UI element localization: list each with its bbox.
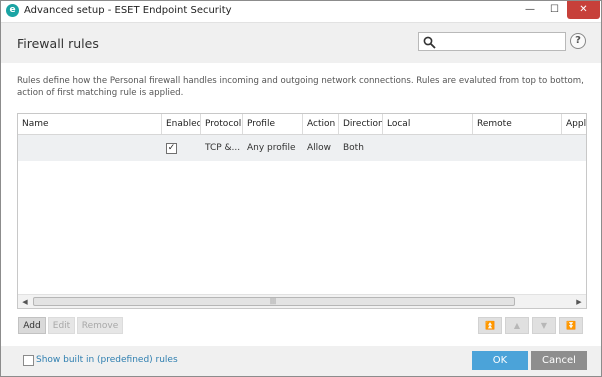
advanced-setup-window: e Advanced setup - ESET Endpoint Securit… [0, 0, 602, 377]
firewall-rules-table: Name Enabled Protocol Profile Action Dir… [17, 113, 587, 309]
show-builtin-rules-label[interactable]: Show built in (predefined) rules [36, 355, 178, 365]
move-top-button[interactable]: ⏫ [478, 317, 502, 334]
move-bottom-button[interactable]: ⏬ [559, 317, 583, 334]
page-title: Firewall rules [17, 36, 99, 51]
column-header-enabled[interactable]: Enabled [162, 114, 201, 134]
dialog-footer: Show built in (predefined) rules OK Canc… [1, 346, 601, 376]
scroll-left-icon[interactable]: ◀ [18, 295, 32, 308]
column-header-remote[interactable]: Remote [473, 114, 562, 134]
rules-description: Rules define how the Personal firewall h… [17, 76, 584, 98]
cell-application [562, 135, 586, 161]
cancel-button[interactable]: Cancel [531, 351, 587, 370]
ok-button[interactable]: OK [472, 351, 528, 370]
minimize-button[interactable]: — [518, 1, 542, 19]
cell-profile: Any profile [247, 143, 296, 153]
eset-app-icon: e [6, 4, 19, 17]
column-header-local[interactable]: Local [383, 114, 473, 134]
help-icon[interactable]: ? [570, 33, 586, 49]
cell-direction: Both [343, 143, 364, 153]
table-header: Name Enabled Protocol Profile Action Dir… [18, 114, 586, 135]
close-button[interactable]: ✕ [567, 1, 600, 19]
column-header-name[interactable]: Name [18, 114, 162, 134]
column-header-direction[interactable]: Direction [339, 114, 383, 134]
add-button[interactable]: Add [18, 317, 46, 334]
edit-button[interactable]: Edit [48, 317, 75, 334]
column-header-application[interactable]: Appl [562, 114, 586, 134]
scrollbar-thumb[interactable]: ||| [33, 297, 515, 306]
move-up-button[interactable]: ▲ [505, 317, 529, 334]
column-header-action[interactable]: Action [303, 114, 339, 134]
scroll-right-icon[interactable]: ▶ [572, 295, 586, 308]
move-down-button[interactable]: ▼ [532, 317, 556, 334]
remove-button[interactable]: Remove [77, 317, 123, 334]
cell-name [18, 135, 162, 161]
column-header-profile[interactable]: Profile [243, 114, 303, 134]
cell-local [383, 135, 473, 161]
search-icon [423, 36, 436, 49]
column-header-protocol[interactable]: Protocol [201, 114, 243, 134]
scrollbar-grip-icon: ||| [270, 298, 277, 305]
window-title: Advanced setup - ESET Endpoint Security [24, 5, 232, 16]
cell-protocol: TCP &... [205, 143, 241, 153]
search-box[interactable] [418, 32, 566, 51]
cell-action: Allow [307, 143, 332, 153]
title-bar: e Advanced setup - ESET Endpoint Securit… [1, 1, 601, 23]
enabled-checkbox[interactable]: ✓ [166, 143, 177, 154]
maximize-button[interactable]: ☐ [542, 1, 567, 19]
cell-remote [473, 135, 562, 161]
show-builtin-rules-checkbox[interactable] [23, 355, 34, 366]
table-row[interactable]: ✓ TCP &... Any profile Allow Both [18, 135, 586, 161]
horizontal-scrollbar[interactable]: ◀ ||| ▶ [18, 294, 586, 308]
search-input[interactable] [439, 34, 563, 49]
page-header: Firewall rules ? [1, 23, 601, 63]
